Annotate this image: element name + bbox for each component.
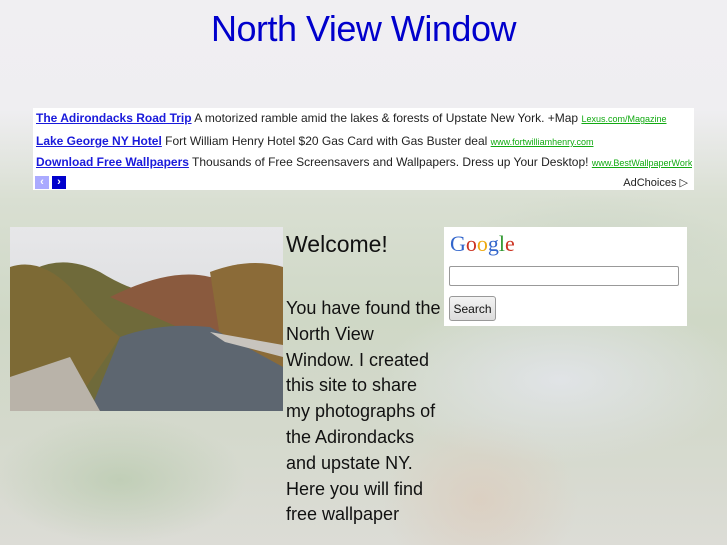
site-title: North View Window	[211, 8, 516, 49]
google-search-box: Google Search	[444, 227, 687, 326]
ad-url-link[interactable]: Lexus.com/Magazine	[581, 114, 666, 124]
ad-panel: The Adirondacks Road Trip A motorized ra…	[33, 108, 694, 190]
ad-title-link[interactable]: Download Free Wallpapers	[36, 155, 189, 169]
logo-letter: e	[505, 231, 515, 256]
river-photo-art	[10, 262, 283, 411]
chevron-right-icon: ›	[57, 176, 61, 188]
logo-letter: o	[465, 231, 477, 256]
ad-prev-button[interactable]: ‹	[35, 176, 49, 189]
adchoices-icon: ▷	[679, 177, 688, 189]
welcome-heading: Welcome!	[286, 231, 388, 257]
ad-title-link[interactable]: Lake George NY Hotel	[36, 134, 162, 148]
adchoices-label: AdChoices	[623, 177, 677, 189]
ad-item: The Adirondacks Road Trip A motorized ra…	[36, 111, 692, 125]
search-input[interactable]	[449, 266, 679, 286]
chevron-left-icon: ‹	[40, 176, 44, 188]
search-button[interactable]: Search	[449, 296, 496, 321]
ad-item: Download Free Wallpapers Thousands of Fr…	[36, 155, 692, 169]
ad-url-link[interactable]: www.BestWallpaperWork	[592, 158, 692, 168]
logo-letter: G	[450, 231, 466, 256]
logo-letter: g	[487, 231, 499, 256]
intro-text: You have found the North View Window. I …	[286, 298, 441, 525]
ad-next-button[interactable]: ›	[52, 176, 66, 189]
ad-item: Lake George NY Hotel Fort William Henry …	[36, 134, 692, 148]
ad-text: Thousands of Free Screensavers and Wallp…	[192, 155, 589, 169]
ad-text: A motorized ramble amid the lakes & fore…	[194, 111, 579, 125]
ad-text: Fort William Henry Hotel $20 Gas Card wi…	[165, 134, 488, 148]
logo-letter: o	[476, 231, 488, 256]
ad-url-link[interactable]: www.fortwilliamhenry.com	[491, 137, 594, 147]
river-photo	[10, 227, 283, 411]
google-logo: Google	[450, 231, 515, 257]
adchoices-link[interactable]: AdChoices ▷	[623, 176, 688, 189]
ad-title-link[interactable]: The Adirondacks Road Trip	[36, 111, 192, 125]
